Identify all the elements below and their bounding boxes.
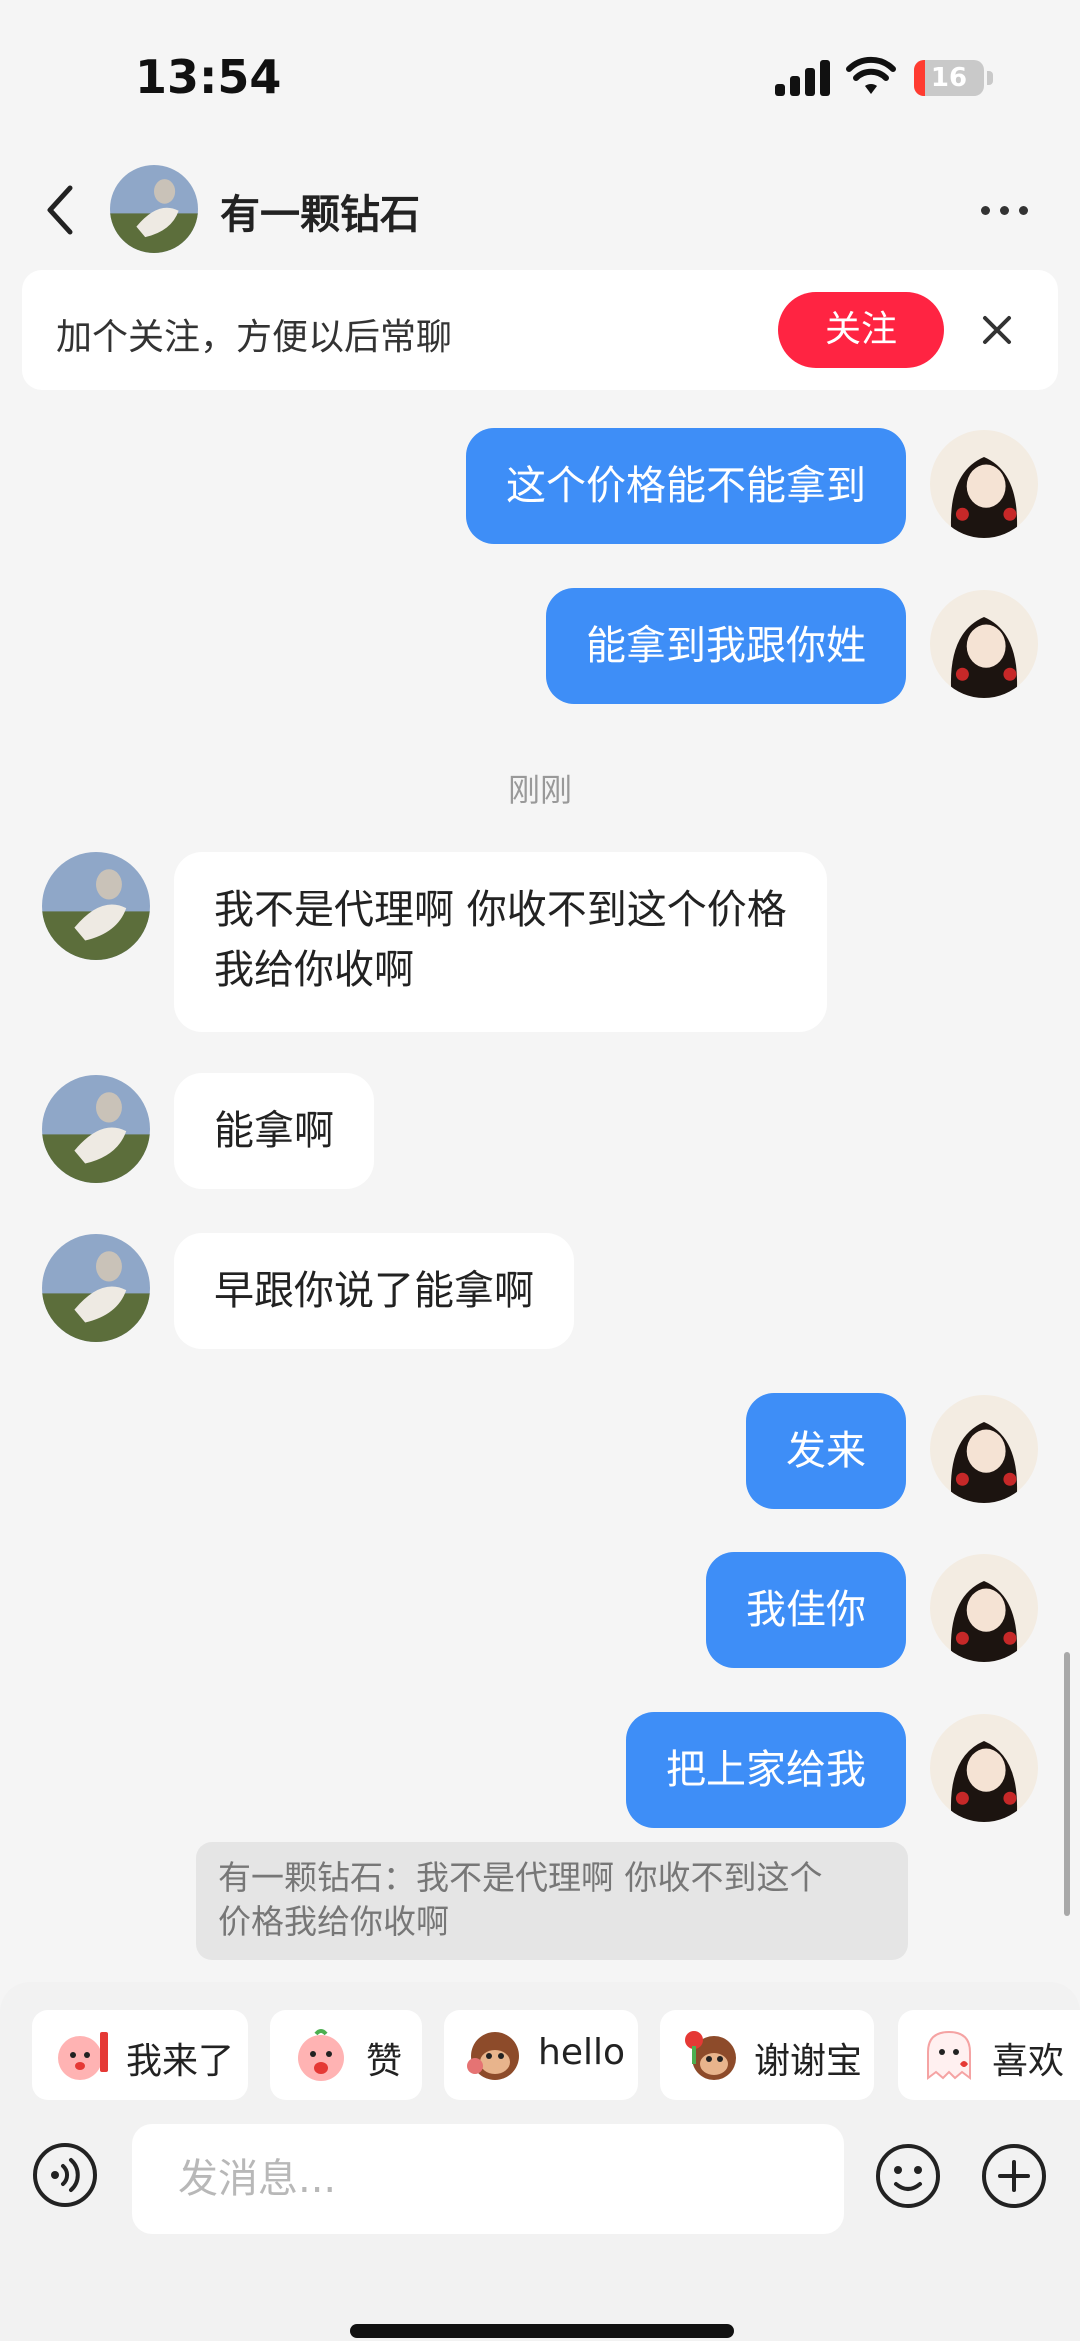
more-horizontal-icon[interactable] (975, 190, 1035, 230)
quick-reply-chip[interactable]: 我来了 (32, 2010, 248, 2100)
chat-header: 有一颗钻石 (0, 150, 1080, 270)
battery-level: 16 (930, 63, 968, 93)
message-bubble-sent[interactable]: 我佳你 (706, 1552, 906, 1668)
quick-reply-label: 赞 (366, 2041, 403, 2082)
wifi-icon (846, 56, 896, 94)
follow-button[interactable]: 关注 (778, 292, 944, 368)
quick-reply-label: 我来了 (126, 2041, 235, 2082)
status-bar: 13:54 16 (0, 0, 1080, 150)
quick-reply-chip[interactable]: 喜欢 (898, 2010, 1080, 2100)
follow-banner: 加个关注，方便以后常聊 关注 (22, 270, 1058, 390)
contact-avatar[interactable] (110, 165, 198, 253)
quick-reply-label: hello (538, 2032, 625, 2073)
home-indicator[interactable] (350, 2324, 734, 2338)
quick-reply-chip[interactable]: 谢谢宝 (660, 2010, 874, 2100)
battery-tip (987, 71, 993, 85)
quote-line: 价格我给你收啊 (218, 1902, 449, 1941)
quoted-message[interactable]: 有一颗钻石：我不是代理啊 你收不到这个 价格我给你收啊 (196, 1842, 908, 1960)
voice-input-icon[interactable] (32, 2142, 98, 2208)
message-bubble-sent[interactable]: 这个价格能不能拿到 (466, 428, 906, 544)
sticker-monkey-wave-icon (467, 2032, 519, 2080)
composer-panel: 我来了 赞 hello 谢谢宝 喜欢 (0, 1982, 1080, 2341)
time-separator: 刚刚 (507, 771, 572, 809)
cellular-signal-icon (775, 60, 831, 96)
contact-avatar-small[interactable] (42, 1234, 150, 1342)
close-icon[interactable] (977, 310, 1017, 350)
message-bubble-sent[interactable]: 能拿到我跟你姓 (546, 588, 906, 704)
battery-icon: 16 (914, 60, 984, 96)
message-line: 我不是代理啊 你收不到这个价格 (214, 887, 787, 933)
my-avatar[interactable] (930, 1714, 1038, 1822)
quick-reply-label: 喜欢 (992, 2041, 1065, 2082)
quote-line: 有一颗钻石：我不是代理啊 你收不到这个 (218, 1858, 823, 1897)
contact-avatar-small[interactable] (42, 1075, 150, 1183)
sticker-peach-wow-icon (298, 2029, 344, 2081)
follow-prompt-text: 加个关注，方便以后常聊 (56, 317, 453, 358)
message-bubble-received[interactable]: 能拿啊 (174, 1073, 374, 1189)
my-avatar[interactable] (930, 1554, 1038, 1662)
plus-icon[interactable] (980, 2142, 1048, 2210)
my-avatar[interactable] (930, 1395, 1038, 1503)
emoji-icon[interactable] (874, 2142, 942, 2210)
quick-reply-label: 谢谢宝 (754, 2041, 863, 2082)
message-bubble-sent[interactable]: 把上家给我 (626, 1712, 906, 1828)
message-bubble-sent[interactable]: 发来 (746, 1393, 906, 1509)
sticker-ghost-love-icon (927, 2030, 971, 2080)
message-bubble-received[interactable]: 早跟你说了能拿啊 (174, 1233, 574, 1349)
status-time: 13:54 (135, 50, 282, 104)
quick-reply-chip[interactable]: 赞 (270, 2010, 422, 2100)
my-avatar[interactable] (930, 430, 1038, 538)
message-line: 我给你收啊 (214, 947, 414, 993)
quick-reply-chip[interactable]: hello (444, 2010, 638, 2100)
contact-avatar-small[interactable] (42, 852, 150, 960)
my-avatar[interactable] (930, 590, 1038, 698)
chevron-left-icon[interactable] (36, 180, 86, 240)
message-input-container[interactable] (132, 2124, 844, 2234)
message-input[interactable] (178, 2150, 818, 2208)
contact-name: 有一颗钻石 (220, 192, 420, 238)
sticker-peach-sign-icon (58, 2032, 108, 2080)
quick-reply-row: 我来了 赞 hello 谢谢宝 喜欢 (0, 2010, 1080, 2102)
message-bubble-received[interactable]: 我不是代理啊 你收不到这个价格 我给你收啊 (174, 852, 827, 1032)
scrollbar[interactable] (1064, 1652, 1070, 1916)
sticker-monkey-flower-icon (685, 2031, 736, 2080)
